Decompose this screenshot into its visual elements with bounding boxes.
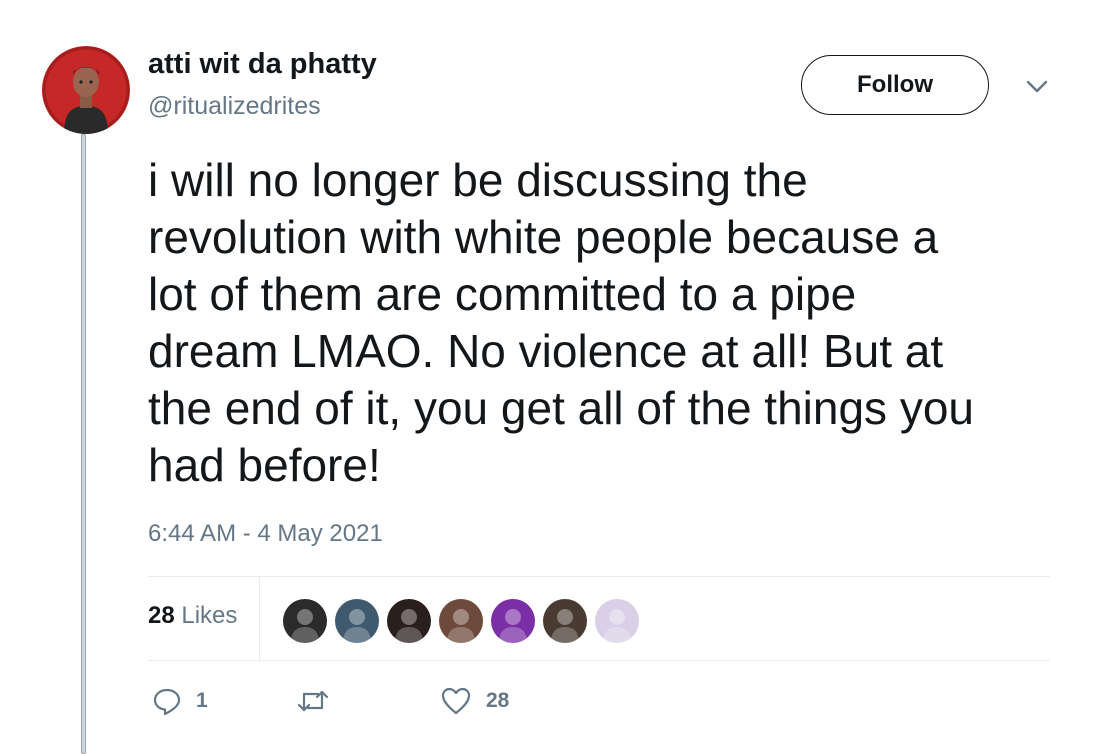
- tweet-text: i will no longer be discussing the revol…: [148, 154, 975, 491]
- stats-divider-top: [148, 576, 1050, 577]
- liker-avatar-icon: [595, 599, 639, 643]
- liker-avatar[interactable]: [489, 597, 537, 645]
- likes-count: 28: [148, 602, 175, 629]
- reply-icon: [153, 688, 181, 716]
- liker-avatar[interactable]: [281, 597, 329, 645]
- author-handle[interactable]: @ritualizedrites: [148, 92, 321, 121]
- like-count: 28: [486, 689, 510, 712]
- stats-vertical-divider: [259, 577, 260, 660]
- liker-avatar-icon: [543, 599, 587, 643]
- liker-avatar[interactable]: [541, 597, 589, 645]
- liker-avatar[interactable]: [333, 597, 381, 645]
- liker-avatar[interactable]: [385, 597, 433, 645]
- liker-avatar-icon: [387, 599, 431, 643]
- chevron-down-icon: [1026, 80, 1048, 93]
- likes-stat[interactable]: 28 Likes: [148, 602, 237, 630]
- retweet-icon: [297, 690, 329, 712]
- liker-avatar-icon: [283, 599, 327, 643]
- liker-avatar-icon: [439, 599, 483, 643]
- liker-avatar[interactable]: [437, 597, 485, 645]
- author-avatar[interactable]: [42, 46, 130, 134]
- follow-button[interactable]: Follow: [801, 55, 989, 115]
- like-button[interactable]: 28: [440, 684, 509, 718]
- liker-avatar-icon: [335, 599, 379, 643]
- reply-button[interactable]: 1: [152, 684, 208, 718]
- likes-label: Likes: [181, 602, 238, 629]
- liker-avatar-icon: [491, 599, 535, 643]
- retweet-button[interactable]: [296, 684, 344, 718]
- tweet-timestamp[interactable]: 6:44 AM - 4 May 2021: [148, 520, 383, 548]
- thread-line: [81, 134, 86, 754]
- author-display-name[interactable]: atti wit da phatty: [148, 48, 377, 81]
- liker-avatar[interactable]: [593, 597, 641, 645]
- stats-divider-bottom: [148, 660, 1050, 661]
- avatar-icon: [42, 46, 130, 134]
- heart-icon: [441, 687, 471, 715]
- more-menu-button[interactable]: [1024, 76, 1050, 96]
- reply-count: 1: [196, 689, 208, 712]
